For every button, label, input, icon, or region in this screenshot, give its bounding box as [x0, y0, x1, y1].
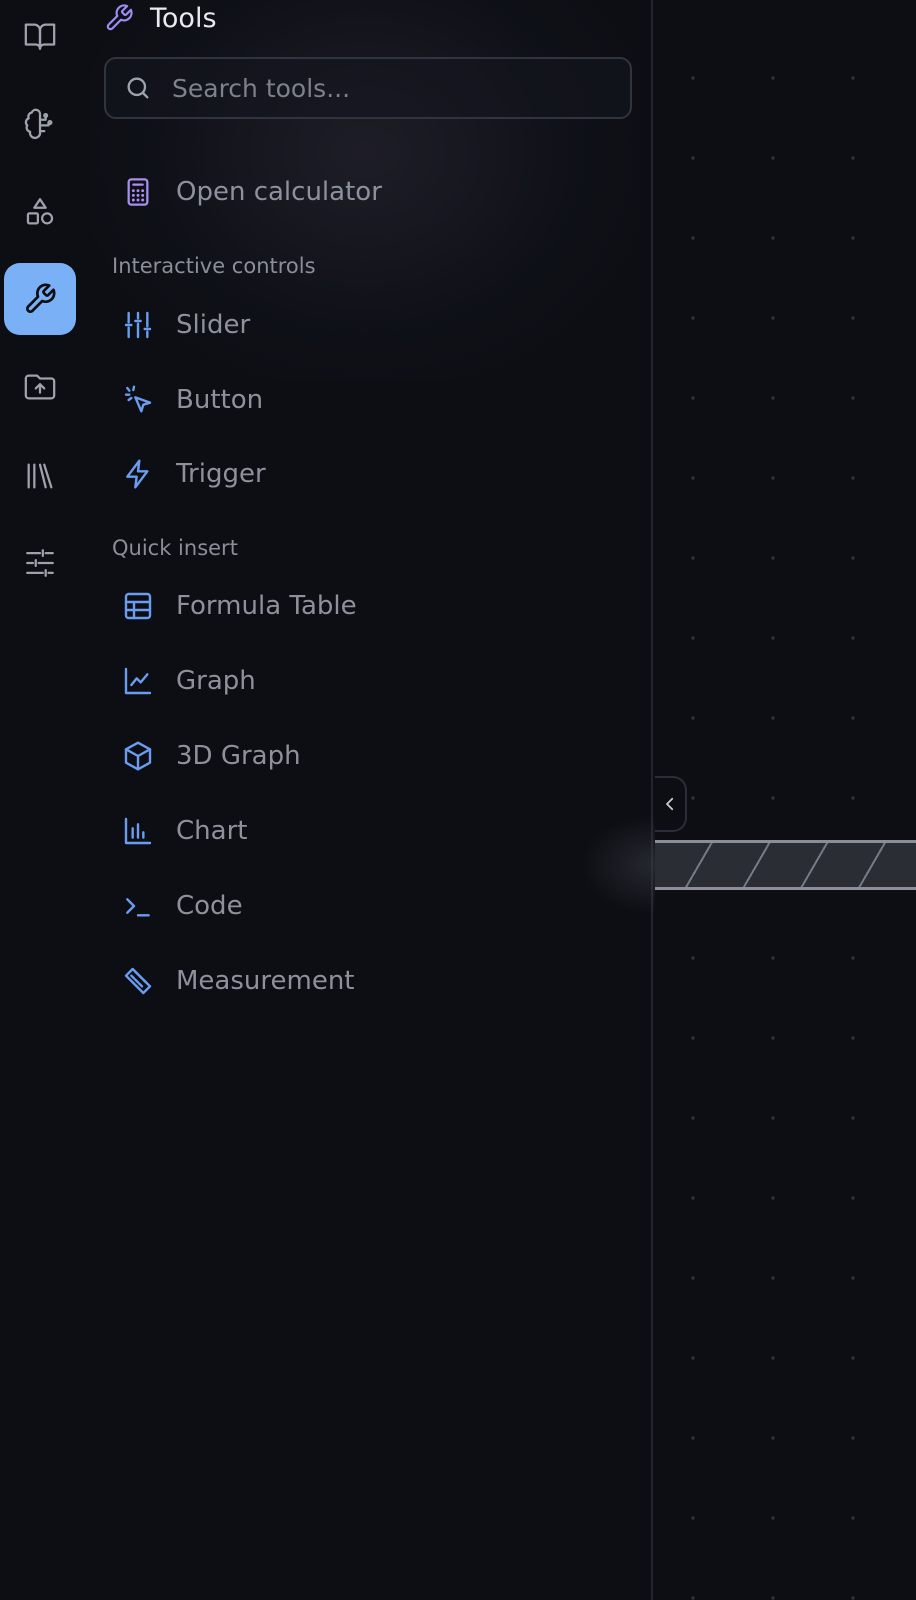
- wrench-icon: [106, 4, 133, 31]
- ruler-icon: [124, 967, 152, 995]
- calculator-icon: [127, 178, 149, 206]
- brain-icon: [24, 108, 53, 140]
- tool-label: Chart: [176, 816, 248, 846]
- library-icon: [27, 463, 53, 489]
- collapse-panel-button[interactable]: [655, 776, 687, 832]
- section-label-interactive-controls: Interactive controls: [112, 254, 316, 278]
- shapes-icon: [26, 198, 54, 225]
- chevron-left-icon: [666, 797, 674, 811]
- tools-panel: Tools Open calculator Interactive contro…: [80, 0, 653, 1600]
- cube-icon: [124, 741, 152, 771]
- wrench-icon: [26, 283, 56, 313]
- tool-label: Measurement: [176, 966, 355, 996]
- rail-button-library[interactable]: [4, 440, 76, 512]
- rail-button-shapes[interactable]: [4, 176, 76, 248]
- tool-graph[interactable]: Graph: [110, 652, 620, 710]
- tool-3d-graph[interactable]: 3D Graph: [110, 727, 620, 785]
- tool-formula-table[interactable]: Formula Table: [110, 577, 620, 635]
- drag-shadow: [580, 815, 655, 915]
- app: Tools Open calculator Interactive contro…: [0, 0, 916, 1600]
- tool-slider[interactable]: Slider: [110, 296, 620, 354]
- folder-upload-icon: [24, 374, 56, 400]
- panel-header: Tools: [104, 0, 217, 36]
- tool-label: Trigger: [176, 459, 266, 489]
- rail-button-book[interactable]: [4, 0, 76, 72]
- tool-label: Open calculator: [176, 177, 382, 207]
- tool-label: Formula Table: [176, 591, 357, 621]
- tool-label: Button: [176, 385, 264, 415]
- settings-sliders-icon: [26, 549, 54, 577]
- tool-code[interactable]: Code: [110, 877, 620, 935]
- lightning-icon: [126, 459, 149, 489]
- tool-measurement[interactable]: Measurement: [110, 952, 620, 1010]
- tool-label: Code: [176, 891, 243, 921]
- pointer-click-icon: [124, 385, 152, 413]
- search-input[interactable]: [172, 73, 612, 103]
- panel-title: Tools: [150, 2, 217, 34]
- rail-button-settings[interactable]: [4, 527, 76, 599]
- rail-button-brain[interactable]: [4, 88, 76, 160]
- section-label-quick-insert: Quick insert: [112, 536, 238, 560]
- sliders-icon: [124, 311, 152, 339]
- tool-chart[interactable]: Chart: [110, 802, 620, 860]
- canvas-area[interactable]: [655, 0, 916, 1600]
- tool-trigger[interactable]: Trigger: [110, 445, 620, 503]
- terminal-icon: [126, 898, 150, 917]
- bar-chart-icon: [124, 817, 152, 845]
- search-box[interactable]: [104, 57, 632, 119]
- tool-label: Graph: [176, 666, 256, 696]
- tool-label: Slider: [176, 310, 251, 340]
- rail-button-upload[interactable]: [4, 351, 76, 423]
- rail-button-tools[interactable]: [4, 263, 76, 335]
- table-icon: [124, 592, 152, 620]
- book-icon: [24, 23, 56, 50]
- search-icon: [127, 77, 149, 99]
- tool-open-calculator[interactable]: Open calculator: [110, 163, 620, 221]
- drop-placeholder: [655, 840, 916, 890]
- line-chart-icon: [124, 667, 152, 695]
- tool-label: 3D Graph: [176, 741, 301, 771]
- tool-button[interactable]: Button: [110, 371, 620, 429]
- icon-rail: [0, 0, 80, 1600]
